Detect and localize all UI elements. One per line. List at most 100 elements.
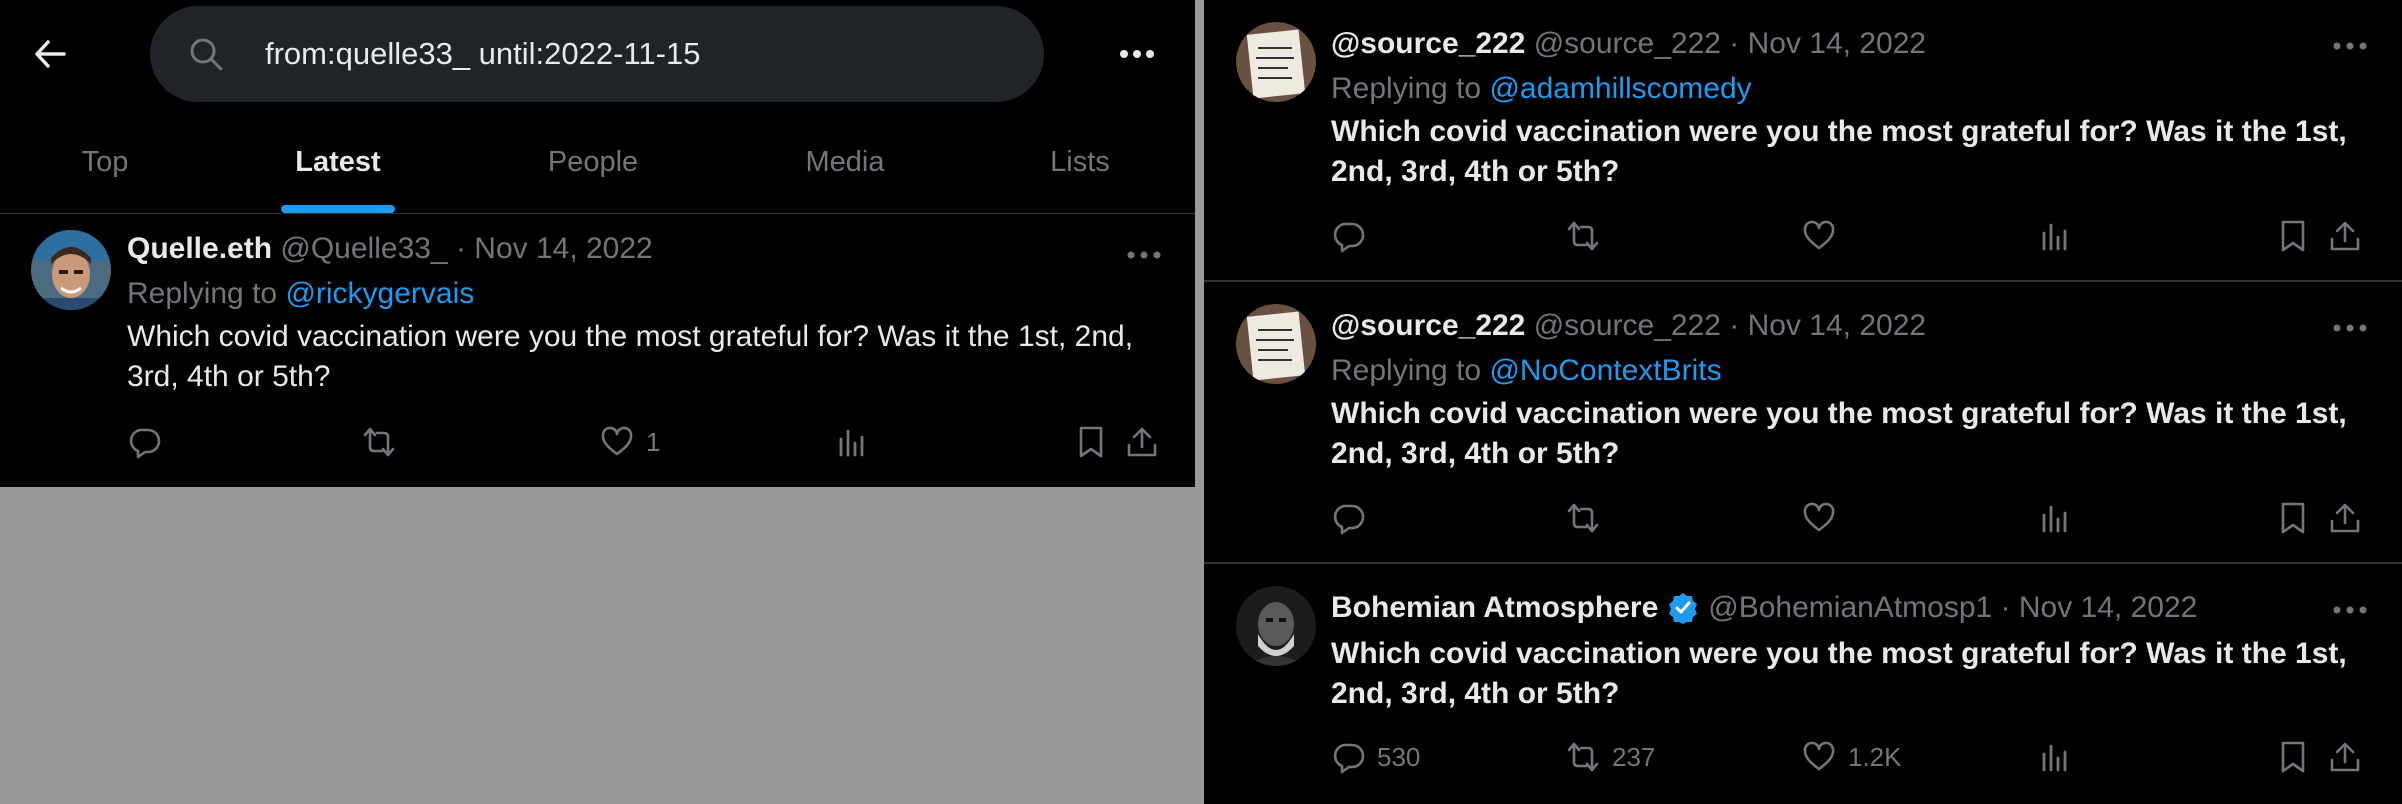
share-button[interactable] (2328, 219, 2362, 253)
profile-photo (1236, 586, 1316, 666)
reply-button[interactable] (127, 425, 161, 459)
tweet-text: Which covid vaccination were you the mos… (1331, 637, 2347, 710)
reply-icon (129, 428, 161, 459)
like-button[interactable] (1802, 501, 1836, 535)
search-input[interactable] (265, 6, 1005, 102)
author-meta: @BohemianAtmosp1 · Nov 14, 2022 (1708, 591, 2198, 624)
tweet-header: @source_222 @source_222 · Nov 14, 2022 (1331, 309, 1926, 343)
tab-media[interactable]: Media (770, 110, 920, 214)
more-icon[interactable] (2332, 600, 2368, 620)
like-button[interactable] (1802, 219, 1836, 253)
replying-to: Replying to @NoContextBrits (1331, 354, 1722, 388)
bookmark-button[interactable] (2276, 501, 2310, 535)
bookmark-icon (2281, 741, 2305, 773)
share-icon (2330, 221, 2360, 251)
active-tab-indicator (281, 205, 395, 213)
replying-prefix: Replying to (1331, 72, 1490, 105)
reply-target-link[interactable]: @adamhillscomedy (1489, 72, 1751, 105)
profile-photo (31, 230, 111, 310)
retweet-button[interactable]: 237 (1566, 740, 1655, 774)
search-bar[interactable] (150, 6, 1044, 102)
bookmark-icon (2281, 220, 2305, 252)
search-tabs: Top Latest People Media Lists (0, 110, 1195, 214)
bookmark-icon (1079, 426, 1103, 458)
back-arrow-icon (35, 40, 66, 68)
replying-to: Replying to @rickygervais (127, 277, 474, 311)
views-button[interactable] (836, 425, 870, 459)
reply-button[interactable]: 530 (1331, 740, 1420, 774)
tab-top[interactable]: Top (40, 110, 170, 214)
search-header (0, 0, 1195, 110)
share-icon (1127, 427, 1157, 457)
more-icon (1120, 50, 1154, 58)
tweet-feed-panel: @source_222 @source_222 · Nov 14, 2022 R… (1204, 0, 2402, 804)
retweet-icon (363, 427, 395, 457)
tweet-quelle[interactable]: Quelle.eth @Quelle33_ · Nov 14, 2022 Rep… (0, 215, 1195, 487)
like-icon (1803, 502, 1835, 532)
share-button[interactable] (1125, 425, 1159, 459)
views-icon (2042, 223, 2067, 251)
tab-people[interactable]: People (518, 110, 668, 214)
retweet-button[interactable] (1566, 219, 1600, 253)
like-button[interactable]: 1 (600, 425, 660, 459)
bookmark-button[interactable] (2276, 219, 2310, 253)
reply-icon (1333, 222, 1365, 253)
author-meta: @source_222 · Nov 14, 2022 (1533, 27, 1927, 60)
replying-to: Replying to @adamhillscomedy (1331, 72, 1752, 106)
retweet-icon (1567, 221, 1599, 251)
author-meta: @Quelle33_ · Nov 14, 2022 (280, 232, 653, 265)
more-options-button[interactable] (1115, 36, 1159, 72)
reply-icon (1333, 743, 1365, 774)
tweet-source-1[interactable]: @source_222 @source_222 · Nov 14, 2022 R… (1204, 0, 2402, 280)
more-icon[interactable] (2332, 318, 2368, 338)
author-name[interactable]: @source_222 (1331, 309, 1525, 342)
views-button[interactable] (2039, 219, 2073, 253)
replying-prefix: Replying to (1331, 354, 1490, 387)
tweet-bohemian[interactable]: Bohemian Atmosphere @BohemianAtmosp1 · N… (1204, 564, 2402, 804)
reply-target-link[interactable]: @rickygervais (285, 277, 474, 310)
reply-target-link[interactable]: @NoContextBrits (1489, 354, 1721, 387)
avatar[interactable] (1236, 304, 1316, 384)
views-button[interactable] (2039, 501, 2073, 535)
back-button[interactable] (30, 34, 70, 74)
bookmark-button[interactable] (1074, 425, 1108, 459)
retweet-icon (1567, 503, 1599, 533)
replying-prefix: Replying to (127, 277, 286, 310)
like-count: 1.2K (1848, 741, 1902, 772)
tab-lists[interactable]: Lists (1010, 110, 1150, 214)
like-icon (1803, 741, 1835, 771)
share-button[interactable] (2328, 501, 2362, 535)
more-icon[interactable] (1126, 245, 1162, 265)
bookmark-icon (2281, 502, 2305, 534)
avatar[interactable] (1236, 586, 1316, 666)
bookmark-button[interactable] (2276, 740, 2310, 774)
like-icon (601, 426, 633, 456)
tweet-text: Which covid vaccination were you the mos… (1331, 397, 2347, 470)
author-name[interactable]: Quelle.eth (127, 232, 272, 265)
tab-latest[interactable]: Latest (268, 110, 408, 214)
reply-count: 530 (1377, 741, 1421, 772)
reply-button[interactable] (1331, 501, 1365, 535)
like-icon (1803, 220, 1835, 250)
share-icon (2330, 742, 2360, 772)
reply-button[interactable] (1331, 219, 1365, 253)
tweet-source-2[interactable]: @source_222 @source_222 · Nov 14, 2022 R… (1204, 282, 2402, 562)
share-button[interactable] (2328, 740, 2362, 774)
retweet-button[interactable] (362, 425, 396, 459)
avatar[interactable] (1236, 22, 1316, 102)
avatar[interactable] (31, 230, 111, 310)
author-meta: @source_222 · Nov 14, 2022 (1533, 309, 1927, 342)
like-button[interactable]: 1.2K (1802, 740, 1902, 774)
views-icon (839, 429, 864, 457)
tweet-header: @source_222 @source_222 · Nov 14, 2022 (1331, 27, 1926, 61)
share-icon (2330, 503, 2360, 533)
verified-icon (1669, 593, 1698, 624)
author-name[interactable]: Bohemian Atmosphere (1331, 591, 1658, 625)
retweet-button[interactable] (1566, 501, 1600, 535)
tweet-text: Which covid vaccination were you the mos… (127, 320, 1134, 393)
profile-photo (1236, 22, 1316, 102)
views-button[interactable] (2039, 740, 2073, 774)
views-icon (2042, 505, 2067, 533)
author-name[interactable]: @source_222 (1331, 27, 1525, 60)
more-icon[interactable] (2332, 36, 2368, 56)
